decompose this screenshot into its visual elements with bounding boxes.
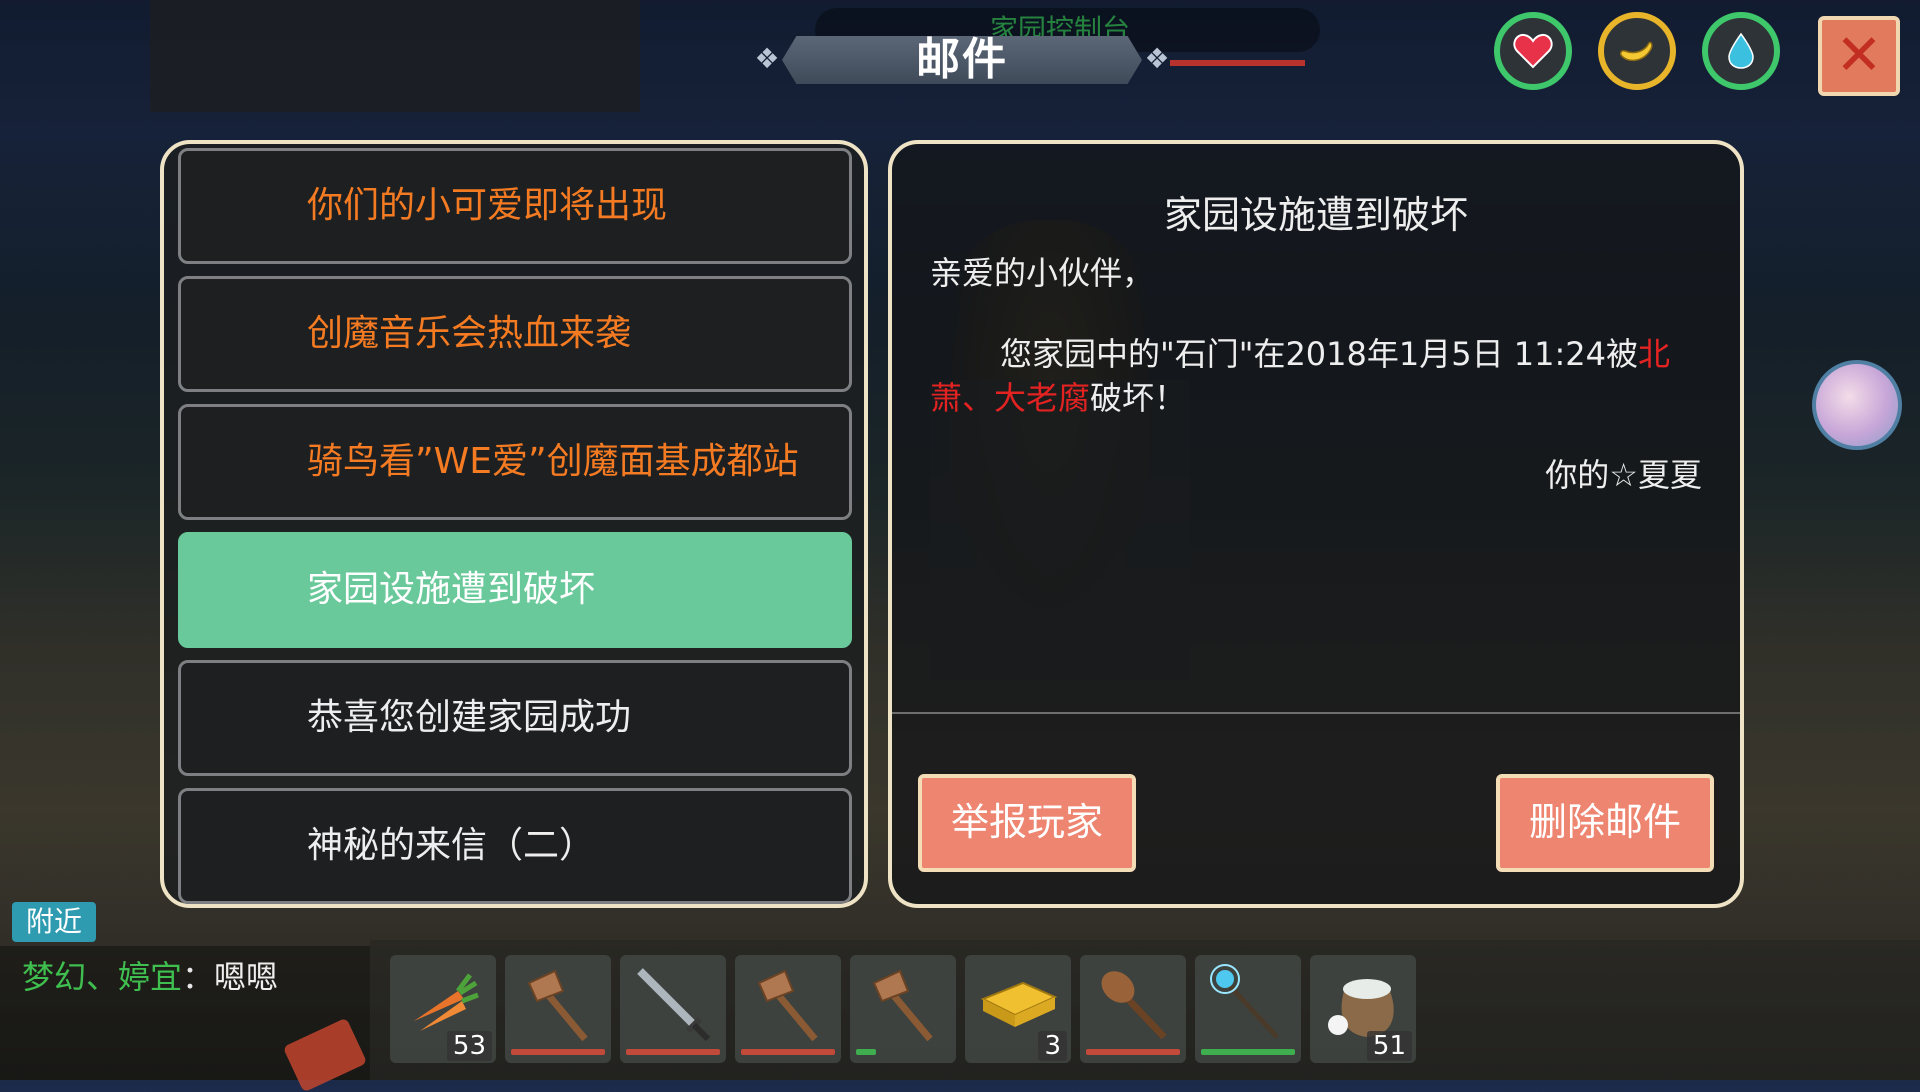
chat-sender-name: 梦幻、婷宜 xyxy=(22,958,183,996)
club-icon xyxy=(1101,971,1167,1040)
chat-message: 梦幻、婷宜：嗯嗯 xyxy=(22,952,278,998)
background-red-bar xyxy=(1170,60,1305,66)
chat-channel-tag[interactable]: 附近 xyxy=(12,902,96,942)
hotbar-slot[interactable]: 3 xyxy=(965,955,1071,1063)
banana-icon xyxy=(1620,41,1653,62)
sword-icon xyxy=(637,968,711,1042)
hotbar-slot[interactable]: 53 xyxy=(390,955,496,1063)
mail-list-panel: 你们的小可爱即将出现 创魔音乐会热血来袭 骑鸟看”WE爱”创魔面基成都站 家园设… xyxy=(160,140,868,908)
mail-detail-panel: 家园设施遭到破坏 亲爱的小伙伴， 您家园中的"石门"在2018年1月5日 11:… xyxy=(888,140,1744,908)
hotbar-slot[interactable] xyxy=(620,955,726,1063)
mail-title: 家园设施遭到破坏 xyxy=(1163,193,1468,237)
player-avatar[interactable] xyxy=(1812,360,1902,450)
hunger-indicator xyxy=(1598,12,1676,90)
hotbar-slot[interactable] xyxy=(1195,955,1301,1063)
delete-mail-button[interactable]: 删除邮件 xyxy=(1496,774,1714,872)
mail-subject: 恭喜您创建家园成功 xyxy=(307,697,632,738)
mail-body: 您家园中的"石门"在2018年1月5日 11:24被北萧、大老腐破坏！ xyxy=(930,332,1690,420)
mail-signature: 你的☆夏夏 xyxy=(1545,456,1702,494)
stone-axe-icon xyxy=(527,969,588,1042)
mail-subject: 家园设施遭到破坏 xyxy=(307,569,596,610)
window-title: 邮件 xyxy=(916,34,1008,85)
durability-bar xyxy=(856,1049,876,1055)
mail-body-prefix: 您家园中的"石门"在2018年1月5日 11:24被 xyxy=(1000,335,1638,373)
hotbar-slot[interactable] xyxy=(735,955,841,1063)
health-indicator xyxy=(1494,12,1572,90)
mail-divider xyxy=(892,712,1740,714)
item-count: 3 xyxy=(1038,1031,1067,1061)
durability-bar xyxy=(1086,1049,1180,1055)
mail-list-item-selected[interactable]: 家园设施遭到破坏 xyxy=(178,532,852,648)
hotbar-slot[interactable] xyxy=(850,955,956,1063)
item-count: 51 xyxy=(1366,1031,1412,1061)
mail-greeting: 亲爱的小伙伴， xyxy=(930,254,1155,292)
mail-list-item[interactable]: 神秘的来信（二） xyxy=(178,788,852,904)
chat-message-text: 嗯嗯 xyxy=(214,958,279,996)
scene-tower xyxy=(150,0,640,112)
close-icon: ✕ xyxy=(1835,23,1883,88)
mail-list-item[interactable]: 恭喜您创建家园成功 xyxy=(178,660,852,776)
mail-body-suffix: 破坏！ xyxy=(1090,379,1187,417)
title-banner: ❖ ❖ 邮件 xyxy=(752,30,1172,90)
mail-list-item[interactable]: 创魔音乐会热血来袭 xyxy=(178,276,852,392)
hotbar-slot[interactable]: 51 xyxy=(1310,955,1416,1063)
hotbar-slot[interactable] xyxy=(1080,955,1186,1063)
durability-bar xyxy=(511,1049,605,1055)
heart-icon xyxy=(1513,33,1553,69)
water-drop-icon xyxy=(1728,32,1754,69)
durability-bar xyxy=(626,1049,720,1055)
stone-axe-icon xyxy=(757,969,818,1042)
durability-bar xyxy=(741,1049,835,1055)
close-button[interactable]: ✕ xyxy=(1818,16,1900,96)
item-count: 53 xyxy=(446,1031,492,1061)
mail-list-item[interactable]: 你们的小可爱即将出现 xyxy=(178,148,852,264)
mail-list-item[interactable]: 骑鸟看”WE爱”创魔面基成都站 xyxy=(178,404,852,520)
durability-bar xyxy=(1201,1049,1295,1055)
mail-subject: 骑鸟看”WE爱”创魔面基成都站 xyxy=(307,441,799,482)
hotbar-slot[interactable] xyxy=(505,955,611,1063)
chat-colon: ： xyxy=(182,958,215,996)
mail-subject: 你们的小可爱即将出现 xyxy=(307,185,668,226)
mail-subject: 创魔音乐会热血来袭 xyxy=(307,313,632,354)
magic-staff-icon xyxy=(1210,964,1279,1039)
mail-subject: 神秘的来信（二） xyxy=(307,825,596,866)
thirst-indicator xyxy=(1702,12,1780,90)
report-player-button[interactable]: 举报玩家 xyxy=(918,774,1136,872)
stone-axe-icon xyxy=(872,969,933,1042)
